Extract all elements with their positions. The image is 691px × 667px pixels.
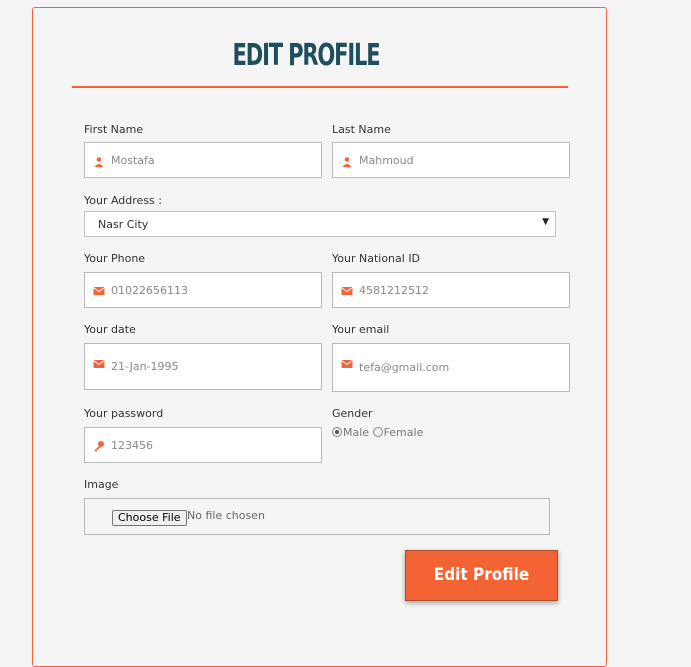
first-name-label: First Name xyxy=(84,123,144,136)
last-name-label: Last Name xyxy=(332,123,391,136)
phone-value: 01022656113 xyxy=(111,284,188,297)
last-name-value: Mahmoud xyxy=(359,154,414,167)
envelope-icon xyxy=(93,360,105,368)
password-value: 123456 xyxy=(111,439,153,452)
email-field[interactable]: tefa@gmail.com xyxy=(332,343,570,392)
file-status-text: No file chosen xyxy=(187,509,265,522)
title-divider xyxy=(72,86,568,88)
date-value: 21-Jan-1995 xyxy=(111,360,179,373)
last-name-field[interactable]: Mahmoud xyxy=(332,142,570,178)
gender-options: Male Female xyxy=(332,426,423,439)
password-field[interactable]: 123456 xyxy=(84,427,322,463)
first-name-value: Mostafa xyxy=(111,154,155,167)
page-title: EDIT PROFILE xyxy=(232,38,381,73)
address-value: Nasr City xyxy=(98,218,149,231)
password-label: Your password xyxy=(84,407,164,420)
email-label: Your email xyxy=(332,323,390,336)
envelope-icon xyxy=(93,287,105,295)
gender-female-label: Female xyxy=(383,426,424,439)
edit-profile-button[interactable]: Edit Profile xyxy=(405,550,558,601)
national-id-label: Your National ID xyxy=(332,252,421,265)
phone-field[interactable]: 01022656113 xyxy=(84,272,322,308)
user-icon xyxy=(342,157,352,167)
date-field[interactable]: 21-Jan-1995 xyxy=(84,343,322,390)
national-id-value: 4581212512 xyxy=(359,284,429,297)
gender-label: Gender xyxy=(332,407,373,420)
choose-file-button[interactable]: Choose File xyxy=(112,510,187,526)
key-icon xyxy=(94,441,104,452)
user-icon xyxy=(94,157,104,167)
image-label: Image xyxy=(84,478,119,491)
gender-male-label: Male xyxy=(343,426,370,439)
dropdown-arrow-icon: ▼ xyxy=(542,217,549,227)
image-file-input: Choose File No file chosen xyxy=(84,498,550,535)
national-id-field[interactable]: 4581212512 xyxy=(332,272,570,308)
gender-female-radio[interactable] xyxy=(372,427,383,437)
phone-label: Your Phone xyxy=(84,252,146,265)
email-value: tefa@gmail.com xyxy=(359,361,450,374)
envelope-icon xyxy=(341,360,353,368)
address-select[interactable]: Nasr City ▼ xyxy=(84,211,556,237)
first-name-field[interactable]: Mostafa xyxy=(84,142,322,178)
date-label: Your date xyxy=(84,323,136,336)
envelope-icon xyxy=(341,287,353,295)
address-label: Your Address : xyxy=(84,194,162,207)
gender-male-radio[interactable] xyxy=(332,427,342,437)
